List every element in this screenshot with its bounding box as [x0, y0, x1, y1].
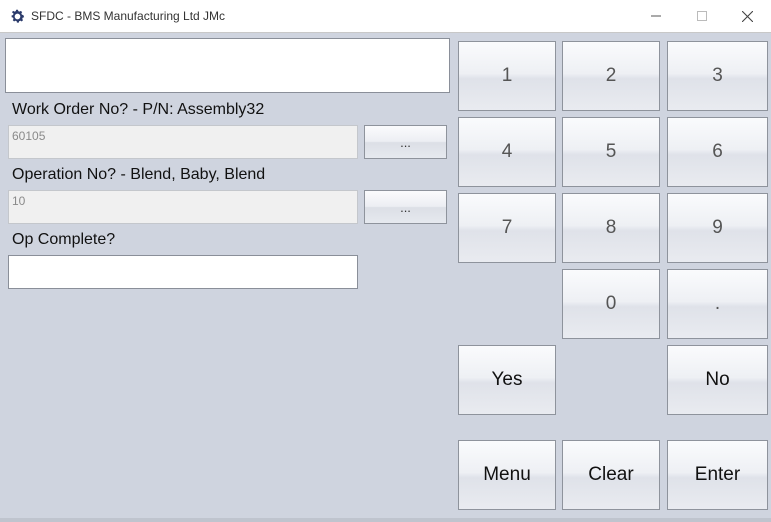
- maximize-button[interactable]: [679, 0, 725, 32]
- op-complete-input[interactable]: [8, 255, 358, 289]
- key-5[interactable]: 5: [562, 117, 660, 187]
- key-9[interactable]: 9: [667, 193, 768, 263]
- maximize-icon: [697, 11, 707, 21]
- no-button[interactable]: No: [667, 345, 768, 415]
- minimize-button[interactable]: [633, 0, 679, 32]
- key-1[interactable]: 1: [458, 41, 556, 111]
- work-order-input[interactable]: 60105: [8, 125, 358, 159]
- menu-button[interactable]: Menu: [458, 440, 556, 510]
- bottom-edge: [0, 518, 771, 522]
- work-order-label: Work Order No? - P/N: Assembly32: [12, 101, 265, 118]
- window-title: SFDC - BMS Manufacturing Ltd JMc: [31, 9, 226, 23]
- key-4[interactable]: 4: [458, 117, 556, 187]
- key-2[interactable]: 2: [562, 41, 660, 111]
- minimize-icon: [651, 15, 661, 17]
- close-button[interactable]: [724, 0, 770, 32]
- operation-lookup-button[interactable]: ...: [364, 190, 447, 224]
- close-icon: [741, 10, 753, 22]
- op-complete-label: Op Complete?: [12, 231, 116, 248]
- clear-button[interactable]: Clear: [562, 440, 660, 510]
- key-6[interactable]: 6: [667, 117, 768, 187]
- key-8[interactable]: 8: [562, 193, 660, 263]
- main-panel: Work Order No? - P/N: Assembly32 60105 .…: [0, 33, 771, 522]
- message-display: [5, 38, 450, 93]
- key-7[interactable]: 7: [458, 193, 556, 263]
- key-3[interactable]: 3: [667, 41, 768, 111]
- key-decimal[interactable]: .: [667, 269, 768, 339]
- enter-button[interactable]: Enter: [667, 440, 768, 510]
- gear-icon: [11, 9, 25, 23]
- work-order-lookup-button[interactable]: ...: [364, 125, 447, 159]
- key-0[interactable]: 0: [562, 269, 660, 339]
- title-bar: SFDC - BMS Manufacturing Ltd JMc: [0, 0, 771, 33]
- operation-input[interactable]: 10: [8, 190, 358, 224]
- operation-label: Operation No? - Blend, Baby, Blend: [12, 166, 266, 183]
- yes-button[interactable]: Yes: [458, 345, 556, 415]
